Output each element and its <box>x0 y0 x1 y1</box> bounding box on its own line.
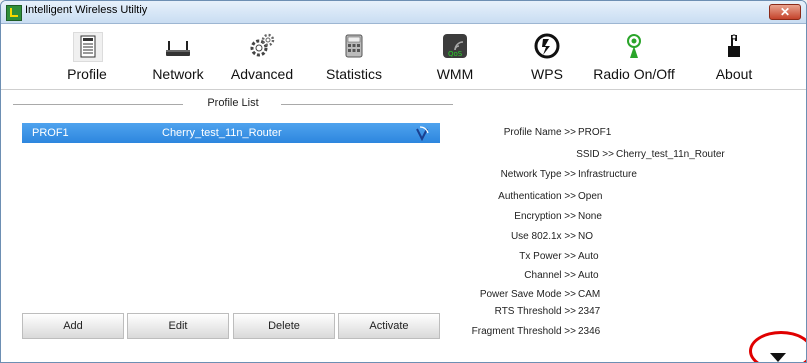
app-icon <box>6 5 22 21</box>
statistics-icon <box>340 32 368 60</box>
advanced-icon <box>248 32 276 60</box>
detail-ssid: SSID >> Cherry_test_11n_Router <box>446 149 786 163</box>
wmm-icon: QoS <box>441 32 469 60</box>
expand-arrow-icon[interactable] <box>770 353 786 362</box>
detail-key: RTS Threshold >> <box>494 306 576 317</box>
detail-channel: Channel >> Auto <box>446 270 786 284</box>
detail-value: None <box>578 211 602 222</box>
wps-icon <box>533 32 561 60</box>
activate-button[interactable]: Activate <box>338 313 440 339</box>
profile-list-header: Profile List <box>13 97 453 111</box>
detail-key: Tx Power >> <box>519 251 576 262</box>
toolbar-radio-label: Radio On/Off <box>593 66 675 82</box>
detail-encryption: Encryption >> None <box>446 211 786 225</box>
toolbar-advanced[interactable]: Advanced <box>221 24 303 88</box>
detail-value: Auto <box>578 251 599 262</box>
toolbar-wps[interactable]: WPS <box>506 24 588 88</box>
toolbar-profile[interactable]: Profile <box>46 24 128 88</box>
close-button[interactable]: ✕ <box>769 4 801 20</box>
detail-fragment-threshold: Fragment Threshold >> 2346 <box>446 326 786 340</box>
profile-ssid-cell: Cherry_test_11n_Router <box>162 127 282 139</box>
toolbar-about[interactable]: About <box>693 24 775 88</box>
toolbar-network[interactable]: Network <box>137 24 219 88</box>
detail-power-save-mode: Power Save Mode >> CAM <box>446 289 786 303</box>
detail-key: Fragment Threshold >> <box>471 326 576 337</box>
toolbar-radio-onoff[interactable]: Radio On/Off <box>593 24 675 88</box>
detail-key: Channel >> <box>524 270 576 281</box>
detail-value: Infrastructure <box>578 169 637 180</box>
toolbar-advanced-label: Advanced <box>230 66 294 82</box>
profile-name-cell: PROF1 <box>32 127 69 139</box>
signal-icon <box>414 125 430 142</box>
detail-key: Authentication >> <box>498 191 576 202</box>
toolbar-network-label: Network <box>152 66 204 82</box>
network-icon <box>164 32 192 60</box>
detail-value: Cherry_test_11n_Router <box>616 149 725 160</box>
window-title: Intelligent Wireless Utiltiy <box>25 4 148 16</box>
detail-key: SSID >> <box>576 149 614 160</box>
detail-profile-name: Profile Name >> PROF1 <box>446 127 786 141</box>
detail-key: Use 802.1x >> <box>510 231 576 242</box>
detail-value: PROF1 <box>578 127 612 138</box>
detail-use-8021x: Use 802.1x >> NO <box>446 231 786 245</box>
title-bar: Intelligent Wireless Utiltiy ✕ <box>1 1 806 24</box>
toolbar-statistics-label: Statistics <box>325 66 382 82</box>
detail-authentication: Authentication >> Open <box>446 191 786 205</box>
detail-tx-power: Tx Power >> Auto <box>446 251 786 265</box>
svg-text:QoS: QoS <box>448 50 463 58</box>
detail-rts-threshold: RTS Threshold >> 2347 <box>446 306 786 320</box>
about-icon <box>720 32 748 60</box>
detail-key: Power Save Mode >> <box>479 289 576 300</box>
toolbar-profile-label: Profile <box>67 66 107 82</box>
profile-icon <box>73 32 103 62</box>
radio-icon <box>620 32 648 60</box>
profile-buttons: Add Edit Delete Activate <box>22 313 440 339</box>
detail-value: 2347 <box>578 306 601 317</box>
profile-list-title: Profile List <box>207 97 259 109</box>
detail-value: Open <box>578 191 603 202</box>
detail-key: Profile Name >> <box>503 127 576 138</box>
utility-window: Intelligent Wireless Utiltiy ✕ Profile N… <box>0 0 807 363</box>
toolbar-wmm[interactable]: QoS WMM <box>414 24 496 88</box>
detail-value: Auto <box>578 270 599 281</box>
detail-value: NO <box>578 231 593 242</box>
toolbar-wmm-label: WMM <box>436 66 474 82</box>
detail-network-type: Network Type >> Infrastructure <box>446 169 786 183</box>
profile-details: Profile Name >> PROF1 SSID >> Cherry_tes… <box>446 121 786 337</box>
detail-value: 2346 <box>578 326 601 337</box>
delete-button[interactable]: Delete <box>233 313 335 339</box>
toolbar-statistics[interactable]: Statistics <box>313 24 395 88</box>
detail-value: CAM <box>578 289 601 300</box>
edit-button[interactable]: Edit <box>127 313 229 339</box>
detail-key: Network Type >> <box>500 169 576 180</box>
toolbar-about-label: About <box>715 66 753 82</box>
add-button[interactable]: Add <box>22 313 124 339</box>
table-row[interactable]: PROF1 Cherry_test_11n_Router <box>22 123 440 143</box>
toolbar-wps-label: WPS <box>531 66 563 82</box>
toolbar: Profile Network Advanced Statistics QoS … <box>1 24 806 88</box>
detail-key: Encryption >> <box>514 211 576 222</box>
